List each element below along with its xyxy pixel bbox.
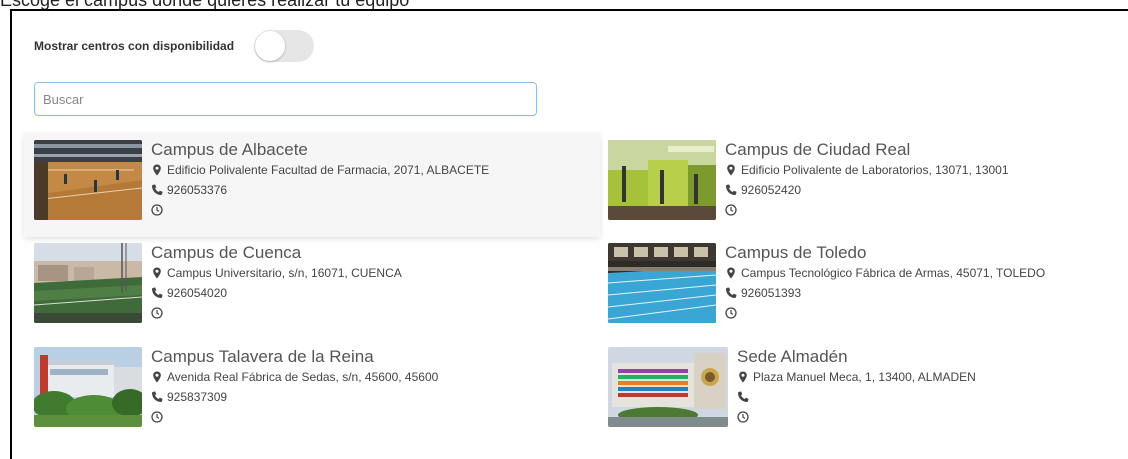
address-text: Campus Universitario, s/n, 16071, CUENCA bbox=[167, 266, 402, 280]
campus-phone: 926051393 bbox=[725, 283, 1045, 303]
campus-name: Campus Talavera de la Reina bbox=[151, 347, 374, 366]
campus-card-cuenca[interactable]: Campus de Cuenca Campus Universitario, s… bbox=[34, 243, 594, 333]
map-pin-icon bbox=[739, 371, 747, 383]
campus-card-talavera[interactable]: Campus Talavera de la Reina Avenida Real… bbox=[34, 347, 594, 437]
campus-hours bbox=[725, 303, 1045, 323]
campus-info: Campus de Ciudad Real Edificio Polivalen… bbox=[725, 140, 1009, 230]
campus-info: Campus de Cuenca Campus Universitario, s… bbox=[151, 243, 402, 333]
campus-hours bbox=[151, 200, 489, 220]
campus-hours bbox=[725, 200, 1009, 220]
phone-icon bbox=[151, 391, 163, 403]
campus-address: Plaza Manuel Meca, 1, 13400, ALMADEN bbox=[737, 367, 976, 387]
address-text: Edificio Polivalente Facultad de Farmaci… bbox=[167, 163, 490, 177]
page-caption: Escoge el campus donde quieres realizar … bbox=[0, 0, 410, 10]
campus-photo-cuenca bbox=[34, 243, 142, 323]
campus-address: Avenida Real Fábrica de Sedas, s/n, 4560… bbox=[151, 367, 438, 387]
toggle-knob bbox=[255, 31, 286, 61]
campus-hours bbox=[737, 407, 976, 427]
clock-icon bbox=[725, 204, 737, 216]
campus-card-albacete[interactable]: Campus de Albacete Edificio Polivalente … bbox=[24, 133, 600, 237]
phone-icon bbox=[151, 184, 163, 196]
campus-address: Edificio Polivalente Facultad de Farmaci… bbox=[151, 160, 489, 180]
campus-photo-talavera bbox=[34, 347, 142, 427]
availability-toggle[interactable] bbox=[254, 30, 315, 62]
campus-phone: 925837309 bbox=[151, 387, 438, 407]
phone-text: 926052420 bbox=[741, 183, 802, 197]
campus-name: Campus de Cuenca bbox=[151, 243, 302, 262]
campus-photo-almaden bbox=[608, 347, 728, 427]
campus-name: Campus de Ciudad Real bbox=[725, 140, 911, 159]
campus-info: Sede Almadén Plaza Manuel Meca, 1, 13400… bbox=[737, 347, 976, 437]
campus-card-toledo[interactable]: Campus de Toledo Campus Tecnológico Fábr… bbox=[608, 243, 1118, 333]
campus-name: Campus de Albacete bbox=[151, 140, 308, 159]
clock-icon bbox=[151, 411, 163, 423]
campus-info: Campus Talavera de la Reina Avenida Real… bbox=[151, 347, 438, 437]
address-text: Campus Tecnológico Fábrica de Armas, 450… bbox=[741, 266, 1046, 280]
availability-filter: Mostrar centros con disponibilidad bbox=[34, 29, 315, 63]
campus-name: Campus de Toledo bbox=[725, 243, 867, 262]
map-pin-icon bbox=[153, 267, 161, 279]
campus-phone bbox=[737, 387, 976, 407]
clock-icon bbox=[725, 307, 737, 319]
campus-hours bbox=[151, 407, 438, 427]
campus-photo-albacete bbox=[34, 140, 142, 220]
phone-icon bbox=[151, 287, 163, 299]
availability-label: Mostrar centros con disponibilidad bbox=[34, 39, 235, 53]
address-text: Edificio Polivalente de Laboratorios, 13… bbox=[741, 163, 1009, 177]
campus-selector-panel: Mostrar centros con disponibilidad Busca… bbox=[10, 9, 1128, 459]
campus-phone: 926054020 bbox=[151, 283, 402, 303]
campus-address: Edificio Polivalente de Laboratorios, 13… bbox=[725, 160, 1009, 180]
campus-photo-toledo bbox=[608, 243, 716, 323]
clock-icon bbox=[151, 204, 163, 216]
campus-hours bbox=[151, 303, 402, 323]
campus-phone: 926053376 bbox=[151, 180, 489, 200]
phone-text: 926051393 bbox=[741, 286, 802, 300]
phone-text: 925837309 bbox=[167, 390, 228, 404]
map-pin-icon bbox=[727, 267, 735, 279]
phone-icon bbox=[725, 287, 737, 299]
campus-info: Campus de Toledo Campus Tecnológico Fábr… bbox=[725, 243, 1045, 333]
campus-photo-ciudad-real bbox=[608, 140, 716, 220]
phone-icon bbox=[725, 184, 737, 196]
campus-info: Campus de Albacete Edificio Polivalente … bbox=[151, 140, 489, 230]
campus-address: Campus Universitario, s/n, 16071, CUENCA bbox=[151, 263, 402, 283]
clock-icon bbox=[737, 411, 749, 423]
phone-text: 926053376 bbox=[167, 183, 228, 197]
campus-name: Sede Almadén bbox=[737, 347, 848, 366]
clock-icon bbox=[151, 307, 163, 319]
phone-icon bbox=[737, 391, 749, 403]
campus-address: Campus Tecnológico Fábrica de Armas, 450… bbox=[725, 263, 1045, 283]
phone-text: 926054020 bbox=[167, 286, 228, 300]
map-pin-icon bbox=[153, 371, 161, 383]
map-pin-icon bbox=[727, 164, 735, 176]
campus-phone: 926052420 bbox=[725, 180, 1009, 200]
address-text: Plaza Manuel Meca, 1, 13400, ALMADEN bbox=[753, 370, 976, 384]
campus-card-ciudad-real[interactable]: Campus de Ciudad Real Edificio Polivalen… bbox=[608, 140, 1118, 230]
address-text: Avenida Real Fábrica de Sedas, s/n, 4560… bbox=[167, 370, 439, 384]
search-input[interactable] bbox=[34, 82, 537, 116]
campus-card-almaden[interactable]: Sede Almadén Plaza Manuel Meca, 1, 13400… bbox=[608, 347, 1118, 437]
map-pin-icon bbox=[153, 164, 161, 176]
